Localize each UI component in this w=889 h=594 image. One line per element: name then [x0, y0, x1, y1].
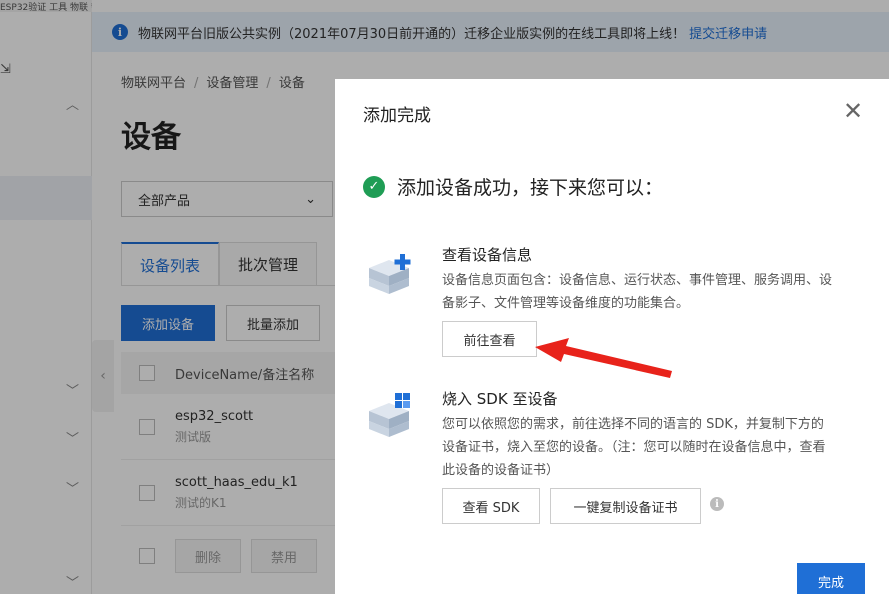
done-button[interactable]: 完成: [797, 563, 865, 594]
copy-certificate-button[interactable]: 一键复制设备证书: [550, 488, 701, 524]
add-complete-dialog: 添加完成 ✕ ✓ 添加设备成功，接下来您可以： 查看设备信息 设备信息页面包含：…: [335, 79, 889, 594]
dialog-title: 添加完成: [363, 106, 431, 126]
close-icon[interactable]: ✕: [843, 99, 863, 123]
burn-sdk-icon: [369, 393, 410, 437]
section-burn-sdk-title: 烧入 SDK 至设备: [442, 390, 558, 408]
view-sdk-button[interactable]: 查看 SDK: [442, 488, 540, 524]
success-check-icon: ✓: [363, 175, 385, 198]
info-icon[interactable]: i: [710, 497, 724, 511]
success-message: ✓ 添加设备成功，接下来您可以：: [363, 173, 663, 200]
section-view-device-desc: 设备信息页面包含：设备信息、运行状态、事件管理、服务调用、设 备影子、文件管理等…: [442, 273, 833, 311]
section-view-device-title: 查看设备信息: [442, 246, 533, 264]
go-view-button[interactable]: 前往查看: [442, 321, 537, 357]
device-info-icon: [369, 254, 411, 294]
success-text: 添加设备成功，接下来您可以：: [397, 177, 664, 199]
section-burn-sdk-desc: 您可以依照您的需求，前往选择不同的语言的 SDK，并复制下方的 设备证书，烧入至…: [442, 417, 826, 478]
